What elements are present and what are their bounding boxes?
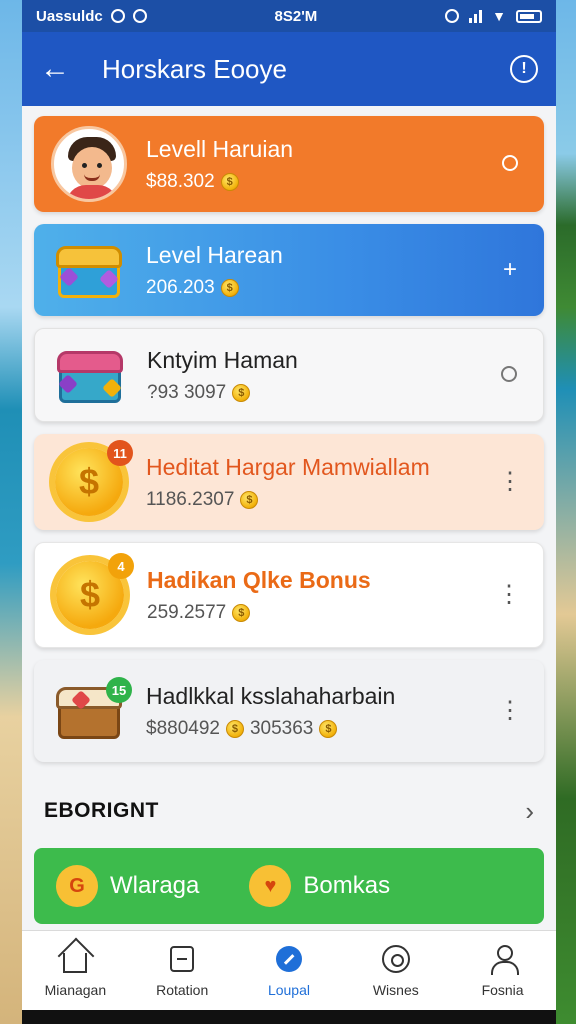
treasure-box-icon: 15	[48, 670, 132, 752]
beach-background-left	[0, 0, 22, 1024]
back-arrow-icon[interactable]: ←	[40, 52, 92, 86]
nav-item-rotation[interactable]: Rotation	[132, 944, 232, 998]
coin-icon: $	[319, 719, 338, 738]
count-badge: 11	[107, 440, 133, 466]
card-value: 206.203	[146, 276, 215, 298]
nav-item-wisnes[interactable]: Wisnes	[346, 944, 446, 998]
nav-item-home[interactable]: Mianagan	[25, 944, 125, 998]
reward-card-3[interactable]: Kntyim Haman ?93 3097 $	[34, 328, 544, 422]
info-icon[interactable]: !	[510, 55, 538, 83]
more-options-icon[interactable]: ⋮	[489, 583, 529, 607]
page-title: Horskars Eooye	[102, 53, 287, 84]
carrier-label: Uassuldc	[36, 7, 103, 25]
treasure-chest-icon	[48, 229, 130, 311]
chat-bubble-icon: ♥	[249, 865, 292, 907]
wlaraga-label: Wlaraga	[110, 872, 200, 899]
chevron-right-icon[interactable]: ›	[525, 796, 534, 827]
reward-card-4[interactable]: $11 Heditat Hargar Mamwiallam 1186.2307 $…	[34, 434, 544, 530]
card-value: $880492	[146, 717, 220, 739]
coin-icon: $	[220, 172, 239, 191]
action-bar: G Wlaraga ♥ Bomkas	[34, 848, 544, 924]
reward-card-bonus[interactable]: $4 Hadikan Qlke Bonus 259.2577 $ ⋮	[34, 542, 544, 648]
count-badge: 4	[108, 553, 134, 579]
chat-icon	[381, 944, 411, 974]
reward-card-level-2[interactable]: Level Harean 206.203 $ +	[34, 224, 544, 316]
bomkas-label: Bomkas	[303, 872, 391, 899]
gold-coin-icon: $4	[49, 553, 134, 636]
app-bar: ← Horskars Eooye !	[22, 32, 556, 106]
avatar-thumb	[48, 123, 130, 205]
count-badge: 15	[106, 677, 132, 703]
sync-icon	[132, 9, 147, 23]
coin-icon: $	[220, 278, 239, 297]
phone-screen: Uassuldc 8S2'M ▼ ← Horskars Eooye ! Leve…	[22, 0, 556, 1010]
card-title: Levell Haruian	[146, 135, 294, 162]
system-nav-strip	[22, 1010, 556, 1024]
beach-background-right	[556, 0, 576, 1024]
edit-icon	[274, 944, 304, 974]
nav-item-loupal[interactable]: Loupal	[239, 944, 339, 998]
card-title: Hadikan Qlke Bonus	[147, 566, 371, 593]
nav-label: Fosnia	[481, 981, 524, 998]
coin-icon: $	[232, 383, 251, 402]
alarm-icon	[445, 9, 460, 23]
user-icon	[488, 944, 519, 975]
more-options-icon[interactable]: ⋮	[490, 699, 530, 723]
add-button[interactable]: +	[490, 256, 530, 284]
gift-basket-icon	[49, 334, 131, 416]
nav-item-profile[interactable]: Fosnia	[453, 944, 553, 998]
avatar	[51, 126, 127, 202]
card-title: Level Harean	[146, 241, 283, 268]
sun-coin-icon: $11	[48, 440, 133, 523]
card-secondary-value: 305363	[249, 717, 314, 739]
rewards-list: Levell Haruian $88.302 $ Level Harean 206…	[22, 106, 556, 762]
reward-card-level-1[interactable]: Levell Haruian $88.302 $	[34, 116, 544, 212]
clock: 8S2'M	[274, 7, 318, 25]
wlaraga-button[interactable]: G Wlaraga	[56, 865, 199, 907]
card-status-ring-icon[interactable]	[490, 150, 530, 178]
nav-label: Loupal	[267, 981, 310, 998]
card-title: Hadlkkal ksslahaharbain	[146, 682, 396, 709]
home-icon	[60, 944, 90, 974]
battery-icon	[515, 9, 542, 23]
status-bar: Uassuldc 8S2'M ▼	[22, 0, 556, 32]
card-title: Heditat Hargar Mamwiallam	[146, 453, 430, 480]
card-value: $88.302	[146, 170, 215, 192]
card-status-ring-icon[interactable]	[489, 361, 529, 389]
section-header[interactable]: EBORIGNT ›	[22, 784, 556, 838]
wifi-icon: ▼	[492, 8, 506, 24]
bottom-nav: Mianagan Rotation Loupal Wisnes Fosnia	[22, 930, 556, 1010]
coin-icon: $	[225, 719, 244, 738]
nav-label: Wisnes	[372, 981, 419, 998]
nav-label: Mianagan	[44, 981, 107, 998]
more-options-icon[interactable]: ⋮	[490, 470, 530, 494]
signal-icon	[469, 9, 483, 23]
card-title: Kntyim Haman	[147, 346, 298, 373]
card-value: ?93 3097	[147, 381, 227, 403]
chat-bubble-icon: G	[56, 865, 98, 907]
nav-label: Rotation	[156, 981, 209, 998]
calendar-icon	[167, 944, 197, 974]
reward-card-6[interactable]: 15 Hadlkkal ksslahaharbain $880492 $ 305…	[34, 660, 544, 762]
notification-icon	[110, 9, 125, 23]
coin-icon: $	[232, 603, 251, 622]
bomkas-button[interactable]: ♥ Bomkas	[249, 865, 390, 907]
section-title: EBORIGNT	[44, 799, 159, 822]
card-value: 1186.2307	[146, 488, 235, 510]
coin-icon: $	[240, 490, 259, 509]
card-value: 259.2577	[147, 601, 227, 623]
